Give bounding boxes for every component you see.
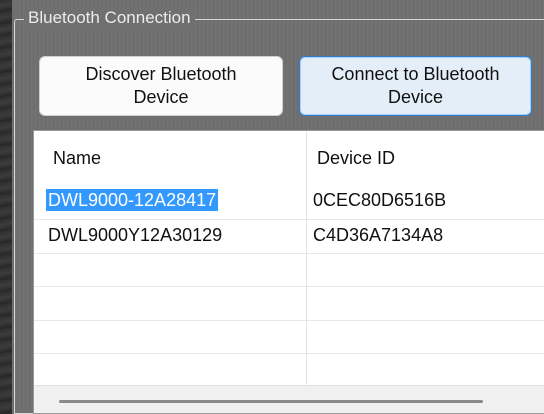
row-divider xyxy=(34,353,544,354)
column-separator[interactable] xyxy=(306,131,307,385)
row-divider xyxy=(34,253,544,254)
device-id-cell[interactable]: 0CEC80D6516B xyxy=(313,189,446,211)
device-name-cell[interactable]: DWL9000Y12A30129 xyxy=(46,224,224,246)
column-header-name[interactable]: Name xyxy=(53,147,101,169)
scrollbar-thumb[interactable] xyxy=(59,400,483,403)
column-header-device-id[interactable]: Device ID xyxy=(317,147,395,169)
discover-bluetooth-device-button[interactable]: Discover Bluetooth Device xyxy=(39,56,283,116)
device-list[interactable]: Name Device ID DWL9000-12A28417 0CEC80D6… xyxy=(33,130,544,414)
device-name-cell[interactable]: DWL9000-12A28417 xyxy=(44,188,220,212)
connect-to-bluetooth-device-button[interactable]: Connect to Bluetooth Device xyxy=(299,56,532,116)
groupbox-title: Bluetooth Connection xyxy=(24,6,195,30)
list-item[interactable]: DWL9000-12A28417 0CEC80D6516B xyxy=(34,186,544,214)
horizontal-scrollbar[interactable] xyxy=(34,385,544,413)
row-divider xyxy=(34,286,544,287)
window-edge xyxy=(0,0,12,414)
row-divider xyxy=(34,320,544,321)
device-id-cell[interactable]: C4D36A7134A8 xyxy=(313,224,443,246)
row-divider xyxy=(34,219,544,220)
list-item[interactable]: DWL9000Y12A30129 C4D36A7134A8 xyxy=(34,221,544,249)
